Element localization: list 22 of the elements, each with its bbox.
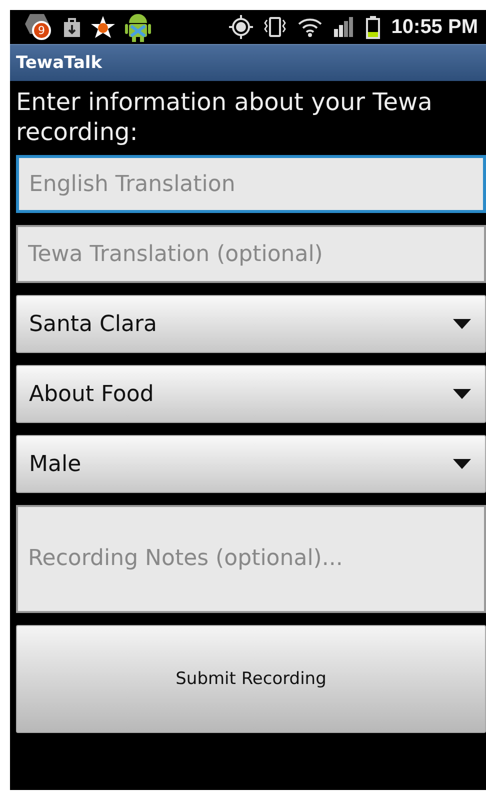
notification-badge: 9	[32, 21, 51, 40]
submit-button[interactable]: Submit Recording	[16, 625, 486, 733]
download-icon	[62, 16, 82, 38]
dropdown[interactable]: About Food	[16, 365, 486, 423]
dropdown[interactable]: Santa Clara	[16, 295, 486, 353]
signal-icon	[333, 17, 356, 37]
app-title: TewaTalk	[16, 53, 102, 73]
battery-icon	[365, 15, 382, 39]
star-icon	[90, 15, 116, 39]
robot-icon	[124, 11, 152, 43]
vibrate-icon	[263, 15, 288, 39]
text-field[interactable]: Tewa Translation (optional)	[16, 225, 486, 283]
clock-time: 10:55 PM	[391, 16, 478, 38]
form-heading: Enter information about your Tewa recording:	[16, 87, 434, 147]
text-field[interactable]: English Translation	[16, 155, 486, 213]
gps-icon	[229, 15, 254, 39]
dropdown-arrow-icon	[453, 389, 471, 399]
notes-field[interactable]: Recording Notes (optional)...	[16, 505, 486, 613]
dropdown-arrow-icon	[453, 319, 471, 329]
dropdown-arrow-icon	[453, 459, 471, 469]
wifi-icon	[297, 16, 324, 38]
dropdown[interactable]: Male	[16, 435, 486, 493]
